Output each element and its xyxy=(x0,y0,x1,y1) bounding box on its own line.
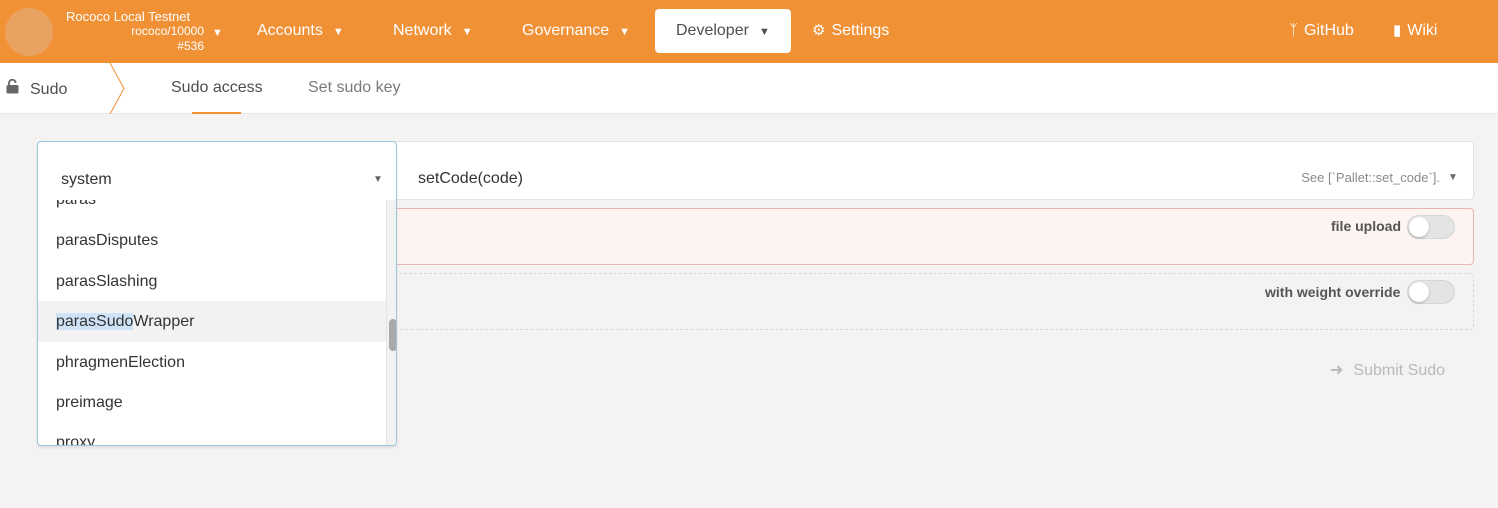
file-upload-label: file upload xyxy=(1331,218,1401,234)
top-navbar: Rococo Local Testnet rococo/10000 #536 ▼… xyxy=(0,0,1498,63)
weight-override-toggle[interactable] xyxy=(1407,280,1455,304)
search-match-highlight: parasSudo xyxy=(56,313,134,330)
pallet-option[interactable]: preimage xyxy=(38,382,386,423)
nav-settings-label: Settings xyxy=(831,22,890,39)
pallet-option[interactable]: phragmenElection xyxy=(38,342,386,383)
pallet-option[interactable]: proxy xyxy=(38,422,386,445)
chain-logo[interactable] xyxy=(5,8,53,56)
nav-wiki-label: Wiki xyxy=(1407,22,1438,39)
submit-sudo-label: Submit Sudo xyxy=(1353,362,1446,379)
nav-github[interactable]: ᛉ GitHub xyxy=(1281,9,1362,53)
method-description: See [`Pallet::set_code`]. xyxy=(1301,170,1440,185)
book-icon: ▮ xyxy=(1393,22,1402,39)
pallet-dropdown[interactable]: system ▼ paras parasDisputes parasSlashi… xyxy=(37,141,397,446)
scrollbar-thumb[interactable] xyxy=(389,319,396,351)
weight-override-row xyxy=(380,273,1474,330)
nav-github-label: GitHub xyxy=(1304,22,1354,39)
pallet-options-list: paras parasDisputes parasSlashing parasS… xyxy=(38,200,386,445)
nav-accounts[interactable]: Accounts ▼ xyxy=(249,9,352,53)
breadcrumb-label: Sudo xyxy=(30,81,68,98)
file-upload-toggle[interactable] xyxy=(1407,215,1455,239)
nav-developer[interactable]: Developer ▼ xyxy=(655,9,791,53)
weight-override-label: with weight override xyxy=(1265,284,1401,300)
chain-name: Rococo Local Testnet xyxy=(66,9,191,24)
sub-navbar: Sudo Sudo access Set sudo key xyxy=(0,63,1498,114)
pallet-option[interactable]: parasSlashing xyxy=(38,261,386,302)
chevron-down-icon: ▼ xyxy=(212,27,223,39)
chevron-down-icon: ▼ xyxy=(373,174,383,185)
breadcrumb-separator xyxy=(109,63,125,114)
chevron-down-icon: ▼ xyxy=(619,26,631,38)
nav-developer-label: Developer xyxy=(676,22,749,39)
tab-set-sudo-key[interactable]: Set sudo key xyxy=(308,79,401,97)
toggle-knob xyxy=(1409,217,1429,237)
toggle-knob xyxy=(1409,282,1429,302)
pallet-option[interactable]: paras xyxy=(38,200,386,220)
nav-governance[interactable]: Governance ▼ xyxy=(514,9,638,53)
chevron-down-icon: ▼ xyxy=(332,26,344,38)
unlock-icon xyxy=(6,78,20,99)
nav-accounts-label: Accounts xyxy=(257,22,323,39)
gears-icon: ⚙ xyxy=(812,22,826,39)
chain-selector[interactable]: Rococo Local Testnet rococo/10000 #536 ▼ xyxy=(66,10,226,54)
method-select[interactable]: setCode(code) xyxy=(418,170,523,188)
pallet-option-rest: Wrapper xyxy=(133,313,195,330)
nav-governance-label: Governance xyxy=(522,22,610,39)
code-param-field[interactable] xyxy=(380,208,1474,265)
pallet-select-value: system xyxy=(61,171,112,188)
chain-block: #536 xyxy=(177,39,204,53)
nav-network[interactable]: Network ▼ xyxy=(385,9,481,53)
nav-network-label: Network xyxy=(393,22,452,39)
tab-sudo-access[interactable]: Sudo access xyxy=(171,79,263,97)
nav-wiki[interactable]: ▮ Wiki xyxy=(1385,9,1445,53)
chevron-down-icon: ▼ xyxy=(461,26,473,38)
sign-in-icon: ➜ xyxy=(1330,362,1344,379)
active-tab-indicator xyxy=(192,112,241,114)
pallet-option[interactable]: parasDisputes xyxy=(38,220,386,261)
pallet-option-selected[interactable]: parasSudoWrapper xyxy=(38,301,386,342)
code-branch-icon: ᛉ xyxy=(1289,22,1299,39)
nav-settings[interactable]: ⚙ Settings xyxy=(804,9,897,53)
submit-sudo-button[interactable]: ➜ Submit Sudo xyxy=(1330,360,1445,380)
chevron-down-icon[interactable]: ▼ xyxy=(1448,172,1458,183)
chain-spec: rococo/10000 xyxy=(131,24,204,38)
breadcrumb: Sudo xyxy=(6,78,68,99)
chevron-down-icon: ▼ xyxy=(758,26,770,38)
dropdown-scrollbar[interactable] xyxy=(386,200,396,445)
